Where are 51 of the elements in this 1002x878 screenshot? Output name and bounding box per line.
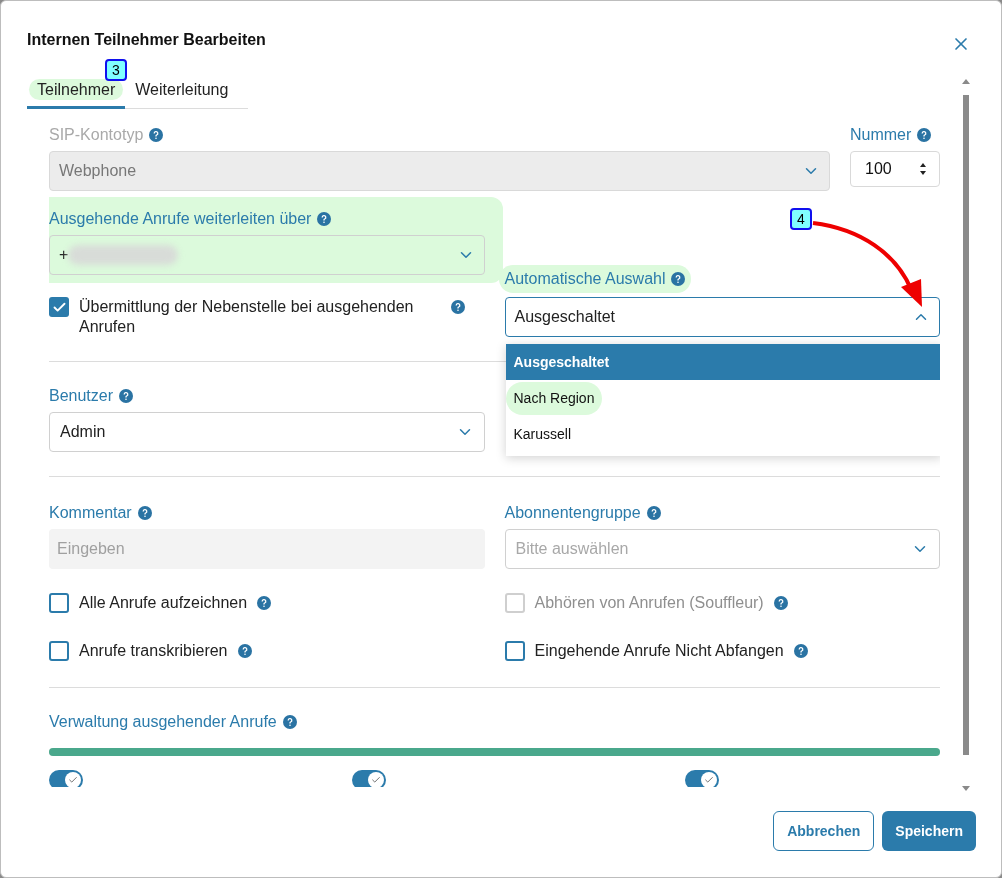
spinner-icon — [919, 162, 927, 176]
help-icon[interactable] — [917, 128, 932, 142]
cancel-button[interactable]: Abbrechen — [773, 811, 875, 851]
help-icon[interactable] — [793, 644, 808, 658]
help-icon[interactable] — [149, 128, 164, 142]
help-icon[interactable] — [317, 212, 332, 226]
scrollbar[interactable] — [960, 79, 972, 791]
help-icon[interactable] — [451, 300, 465, 314]
help-icon[interactable] — [773, 596, 788, 610]
checkbox-label: Abhören von Anrufen (Souffleur) — [534, 593, 764, 613]
checkbox[interactable] — [504, 641, 525, 661]
help-icon[interactable] — [282, 715, 297, 729]
annotation-badge: 4 — [790, 208, 812, 230]
number-input[interactable]: 100 — [850, 151, 940, 187]
annotation-badge: 3 — [105, 59, 127, 81]
checkbox-label: Anrufe transkribieren — [79, 641, 228, 661]
checkbox[interactable] — [49, 593, 69, 613]
checkbox[interactable] — [49, 641, 69, 661]
toggle-switch[interactable] — [352, 770, 386, 787]
check-icon — [68, 775, 78, 785]
help-icon[interactable] — [671, 272, 686, 286]
save-button[interactable]: Speichern — [882, 811, 976, 851]
field-label: Kommentar — [49, 503, 132, 523]
checkbox-label: Alle Anrufe aufzeichnen — [79, 593, 248, 613]
dialog-title: Internen Teilnehmer Bearbeiten — [27, 30, 266, 50]
checkbox-label: Übermittlung der Nebenstelle bei ausgehenden Anrufen — [79, 297, 415, 337]
help-icon[interactable] — [237, 644, 252, 658]
field-label: Benutzer — [49, 386, 114, 406]
field-label: Nummer — [850, 125, 912, 145]
select-field[interactable]: Admin — [49, 412, 485, 452]
toggle-switch[interactable] — [49, 770, 83, 787]
dropdown-option[interactable]: Ausgeschaltet — [505, 344, 940, 380]
select-field[interactable]: Ausgeschaltet — [504, 297, 940, 337]
field-label: Verwaltung ausgehender Anrufe — [49, 712, 277, 732]
help-icon[interactable] — [257, 596, 272, 610]
tab[interactable]: Weiterleitung — [125, 78, 239, 109]
checkbox[interactable] — [49, 297, 69, 317]
check-icon — [371, 775, 381, 785]
toggle-switch[interactable] — [685, 770, 719, 787]
field-label: Ausgehende Anrufe weiterleiten über — [49, 209, 312, 229]
check-icon — [704, 775, 714, 785]
help-icon[interactable] — [137, 506, 152, 520]
field-label: Automatische Auswahl — [504, 269, 666, 289]
checkbox-label: Eingehende Anrufe Nicht Abfangen — [534, 641, 784, 661]
help-icon[interactable] — [646, 506, 661, 520]
dropdown-option[interactable]: Nach Region — [505, 380, 940, 416]
field-label: SIP-Kontotyp — [49, 125, 144, 145]
select-field[interactable]: + — [49, 235, 485, 275]
field-label: Abonnentengruppe — [504, 503, 641, 523]
help-icon[interactable] — [119, 389, 134, 403]
dropdown-option[interactable]: Karussell — [505, 416, 940, 452]
